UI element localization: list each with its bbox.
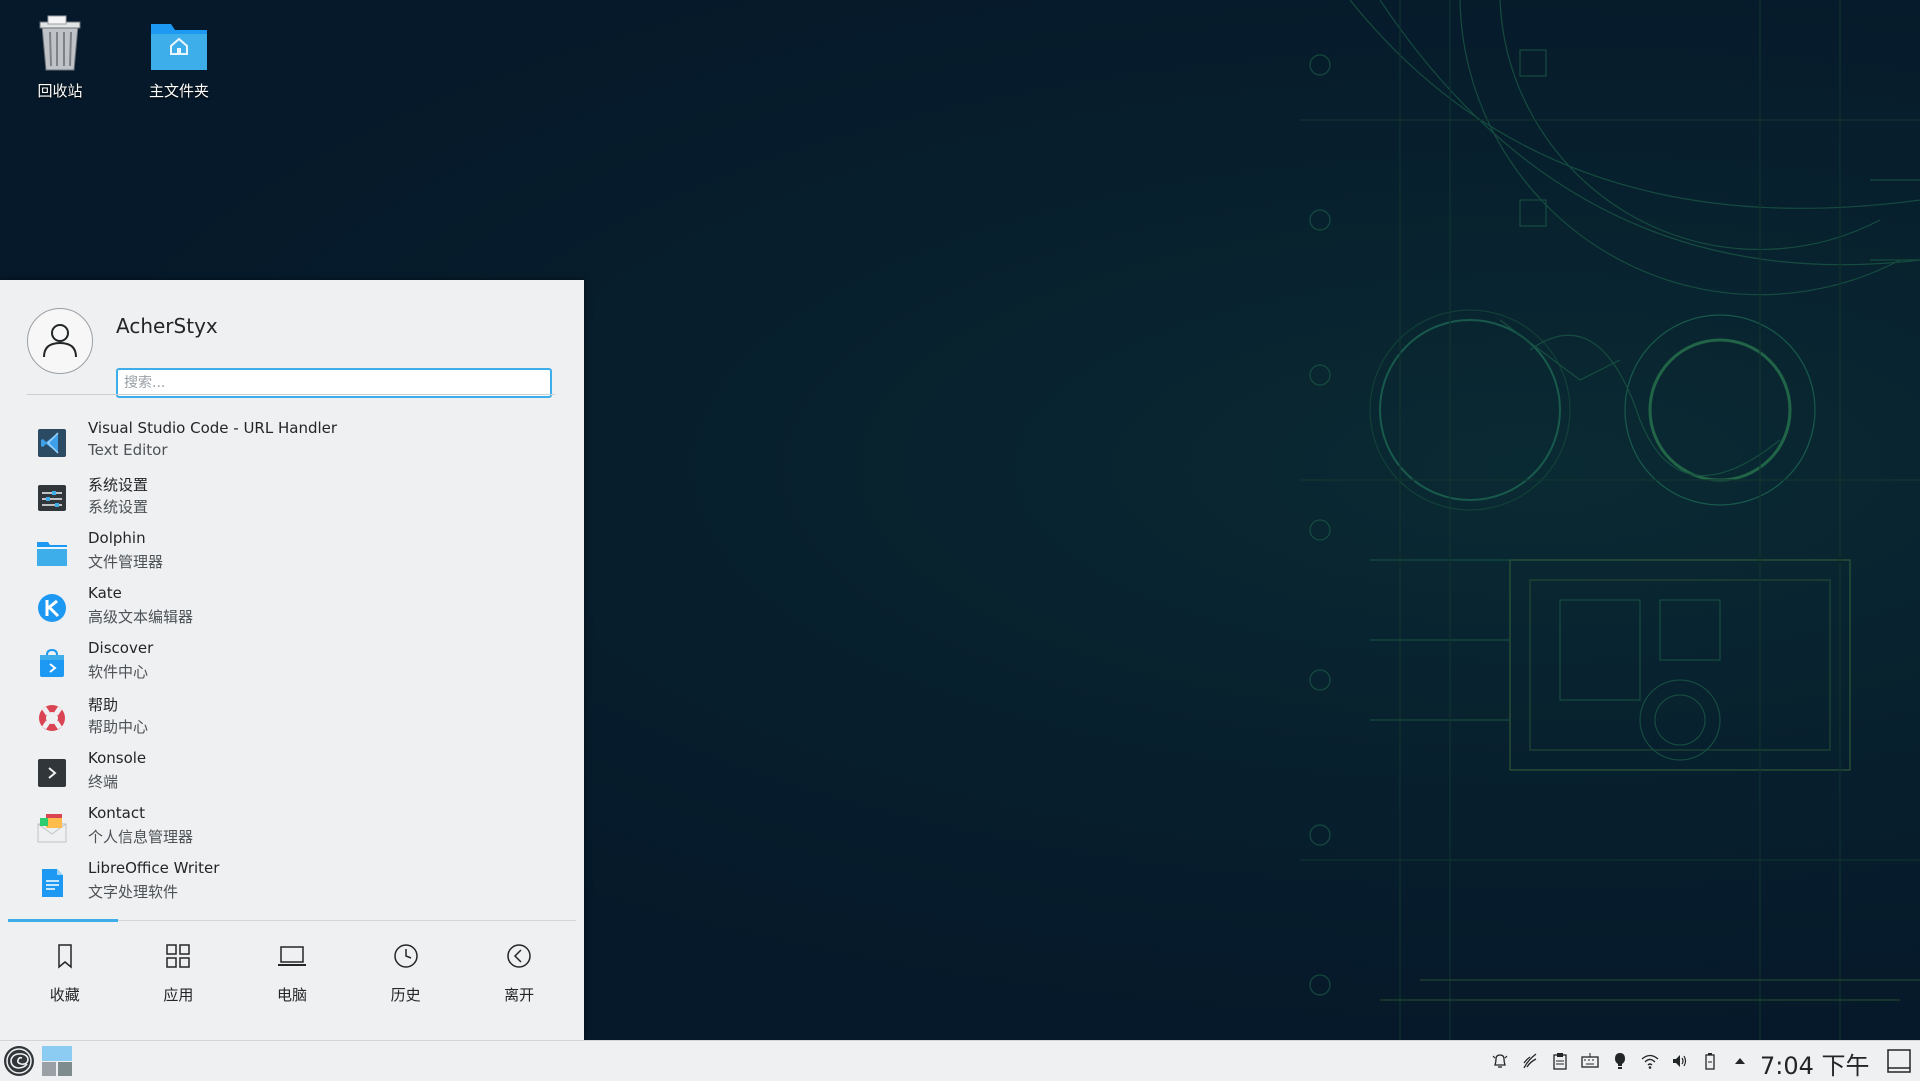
home-folder-icon	[147, 14, 211, 74]
settings-icon	[38, 485, 66, 511]
list-item[interactable]: Discover 软件中心	[26, 635, 556, 690]
list-item[interactable]: Visual Studio Code - URL Handler Text Ed…	[26, 415, 556, 470]
list-item[interactable]: Konsole 终端	[26, 745, 556, 800]
tab-label: 离开	[504, 986, 535, 1004]
list-item[interactable]: Dolphin 文件管理器	[26, 525, 556, 580]
trash-icon	[28, 14, 92, 74]
battery-icon[interactable]	[1700, 1051, 1720, 1071]
clock-icon	[393, 944, 418, 968]
expand-arrow-icon[interactable]	[1730, 1051, 1750, 1071]
konsole-icon	[38, 759, 66, 787]
user-name: AcherStyx	[116, 314, 218, 338]
user-avatar[interactable]	[27, 308, 93, 374]
desktop-icon-home[interactable]: 主文件夹	[124, 14, 234, 101]
laptop-icon	[277, 946, 306, 966]
launcher-tabs: 收藏 应用 电脑 历史 离开	[8, 930, 576, 1020]
app-name: 系统设置	[88, 476, 149, 494]
app-name: 帮助	[88, 696, 119, 714]
app-name: LibreOffice Writer	[88, 859, 220, 877]
notifications-icon[interactable]	[1490, 1051, 1510, 1071]
bulb-icon[interactable]	[1610, 1051, 1630, 1071]
volume-icon[interactable]	[1670, 1051, 1690, 1071]
leave-icon	[507, 944, 531, 968]
list-item[interactable]: Kate 高级文本编辑器	[26, 580, 556, 635]
launcher-button[interactable]	[3, 1045, 35, 1077]
grid-icon	[166, 944, 191, 968]
app-name: Kate	[88, 584, 122, 602]
launcher-header: AcherStyx	[27, 308, 557, 398]
help-lifebuoy-icon	[39, 705, 65, 731]
app-description: 终端	[88, 773, 119, 791]
app-name: Konsole	[88, 749, 147, 767]
desktop-icon-label: 主文件夹	[148, 82, 209, 100]
tab-label: 历史	[390, 986, 421, 1004]
app-description: Text Editor	[88, 441, 168, 459]
app-name: Dolphin	[88, 529, 146, 547]
list-item[interactable]: 帮助 帮助中心	[26, 690, 556, 745]
klipper-icon[interactable]	[1520, 1051, 1540, 1071]
tab-applications[interactable]: 应用	[122, 930, 236, 1020]
vscode-icon	[38, 429, 66, 457]
app-description: 文字处理软件	[88, 883, 179, 901]
desktop-icon-trash[interactable]: 回收站	[5, 14, 115, 101]
bookmark-icon	[58, 944, 72, 969]
taskbar-panel: 7:04 下午	[0, 1040, 1920, 1081]
application-launcher: AcherStyx Visual Studio Code - URL Handl…	[0, 280, 584, 1040]
writer-icon	[42, 869, 63, 897]
tab-label: 应用	[163, 986, 194, 1004]
tab-leave[interactable]: 离开	[462, 930, 576, 1020]
digital-clock[interactable]: 7:04 下午	[1760, 1046, 1870, 1081]
kate-icon	[38, 594, 66, 622]
header-divider	[27, 394, 555, 395]
list-item[interactable]: LibreOffice Writer 文字处理软件	[26, 855, 556, 910]
app-description: 系统设置	[88, 498, 149, 516]
favorites-list: Visual Studio Code - URL Handler Text Ed…	[26, 415, 556, 910]
user-icon	[43, 324, 77, 358]
tab-history[interactable]: 历史	[349, 930, 463, 1020]
tab-computer[interactable]: 电脑	[235, 930, 349, 1020]
app-description: 软件中心	[88, 663, 149, 681]
show-desktop-button[interactable]	[1887, 1049, 1911, 1073]
tab-favorites[interactable]: 收藏	[8, 930, 122, 1020]
tab-label: 收藏	[49, 986, 80, 1004]
app-name: Visual Studio Code - URL Handler	[88, 419, 338, 437]
app-description: 帮助中心	[88, 718, 149, 736]
virtual-desktop-pager[interactable]	[42, 1044, 72, 1078]
app-description: 文件管理器	[88, 553, 164, 571]
app-name: Kontact	[88, 804, 145, 822]
kontact-icon	[37, 814, 67, 843]
clipboard-icon[interactable]	[1550, 1051, 1570, 1071]
wifi-icon[interactable]	[1640, 1051, 1660, 1071]
desktop-icon-label: 回收站	[37, 82, 83, 100]
list-item[interactable]: 系统设置 系统设置	[26, 470, 556, 525]
app-description: 个人信息管理器	[88, 828, 194, 846]
keyboard-icon[interactable]	[1580, 1051, 1600, 1071]
discover-icon	[40, 648, 64, 677]
active-tab-indicator	[8, 919, 118, 922]
tab-label: 电脑	[276, 986, 307, 1004]
app-name: Discover	[88, 639, 154, 657]
dolphin-folder-icon	[37, 542, 67, 566]
app-description: 高级文本编辑器	[88, 608, 194, 626]
list-item[interactable]: Kontact 个人信息管理器	[26, 800, 556, 855]
